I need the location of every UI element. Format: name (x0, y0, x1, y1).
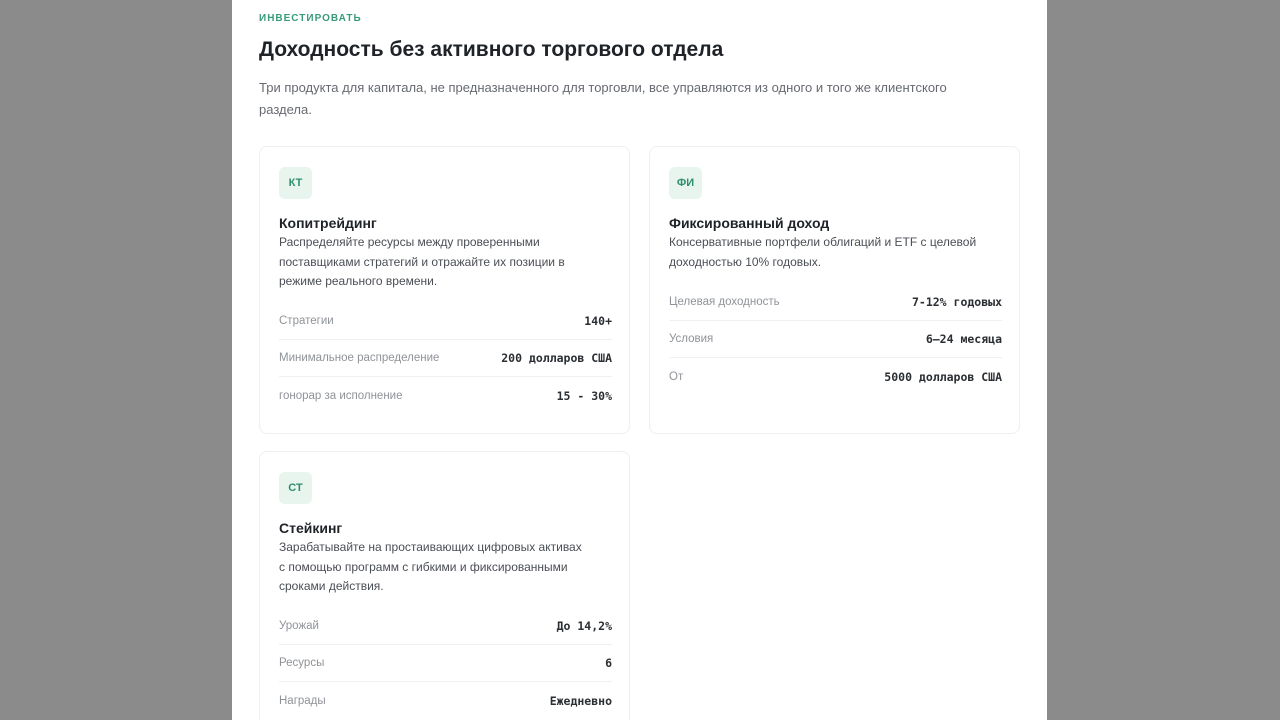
stat-label: Условия (669, 333, 714, 345)
stat-value: 6–24 месяца (925, 332, 1002, 346)
stat-row: Целевая доходность 7-12% годовых (669, 284, 1002, 321)
stat-value: 6 (605, 656, 612, 670)
stat-value: 140+ (584, 314, 612, 328)
stat-label: Целевая доходность (669, 296, 780, 308)
stat-value: До 14,2% (556, 619, 612, 633)
card-stats: Целевая доходность 7-12% годовых Условия… (669, 284, 1002, 395)
stat-row: Минимальное распределение 200 долларов С… (279, 340, 612, 377)
stat-value: 200 долларов США (501, 351, 612, 365)
section-title: Доходность без активного торгового отдел… (259, 38, 724, 61)
stat-label: Награды (279, 694, 326, 707)
section-eyebrow: ИНВЕСТИРОВАТЬ (259, 13, 362, 24)
product-card-copytrading[interactable]: КТ Копитрейдинг Распределяйте ресурсы ме… (259, 146, 630, 434)
fixed-income-badge-icon: ФИ (669, 167, 702, 199)
stat-label: Урожай (279, 620, 319, 632)
card-title: Стейкинг (279, 520, 343, 536)
stat-value: Ежедневно (549, 693, 612, 708)
card-title: Копитрейдинг (279, 215, 377, 231)
card-stats: Урожай До 14,2% Ресурсы 6 Награды Ежедне… (279, 608, 612, 719)
stat-label: Стратегии (279, 315, 334, 327)
stat-row: гонорар за исполнение 15 - 30% (279, 377, 612, 414)
card-description: Консервативные портфели облигаций и ETF … (669, 235, 977, 269)
stat-label: гонорар за исполнение (279, 389, 403, 402)
section-subtitle: Три продукта для капитала, не предназнач… (259, 80, 947, 117)
card-description: Распределяйте ресурсы между проверенными… (279, 235, 565, 288)
card-stats: Стратегии 140+ Минимальное распределение… (279, 303, 612, 414)
stat-value: 7-12% годовых (911, 295, 1002, 309)
stat-label: Минимальное распределение (279, 352, 440, 364)
card-title: Фиксированный доход (669, 215, 830, 231)
staking-badge-icon: СТ (279, 472, 312, 504)
card-description: Зарабатывайте на простаивающих цифровых … (279, 540, 582, 593)
invest-section: ИНВЕСТИРОВАТЬ Доходность без активного т… (232, 0, 1047, 720)
stat-value: 15 - 30% (556, 388, 612, 403)
stat-row: Стратегии 140+ (279, 303, 612, 340)
stat-row: Награды Ежедневно (279, 682, 612, 719)
product-card-staking[interactable]: СТ Стейкинг Зарабатывайте на простаивающ… (259, 451, 630, 720)
stat-row: Условия 6–24 месяца (669, 321, 1002, 358)
stat-label: Ресурсы (279, 657, 325, 669)
stat-label: От (669, 370, 684, 383)
stat-value: 5000 долларов США (884, 369, 1002, 384)
stat-row: От 5000 долларов США (669, 358, 1002, 395)
stat-row: Ресурсы 6 (279, 645, 612, 682)
copytrading-badge-icon: КТ (279, 167, 312, 199)
product-card-fixed-income[interactable]: ФИ Фиксированный доход Консервативные по… (649, 146, 1020, 434)
stat-row: Урожай До 14,2% (279, 608, 612, 645)
